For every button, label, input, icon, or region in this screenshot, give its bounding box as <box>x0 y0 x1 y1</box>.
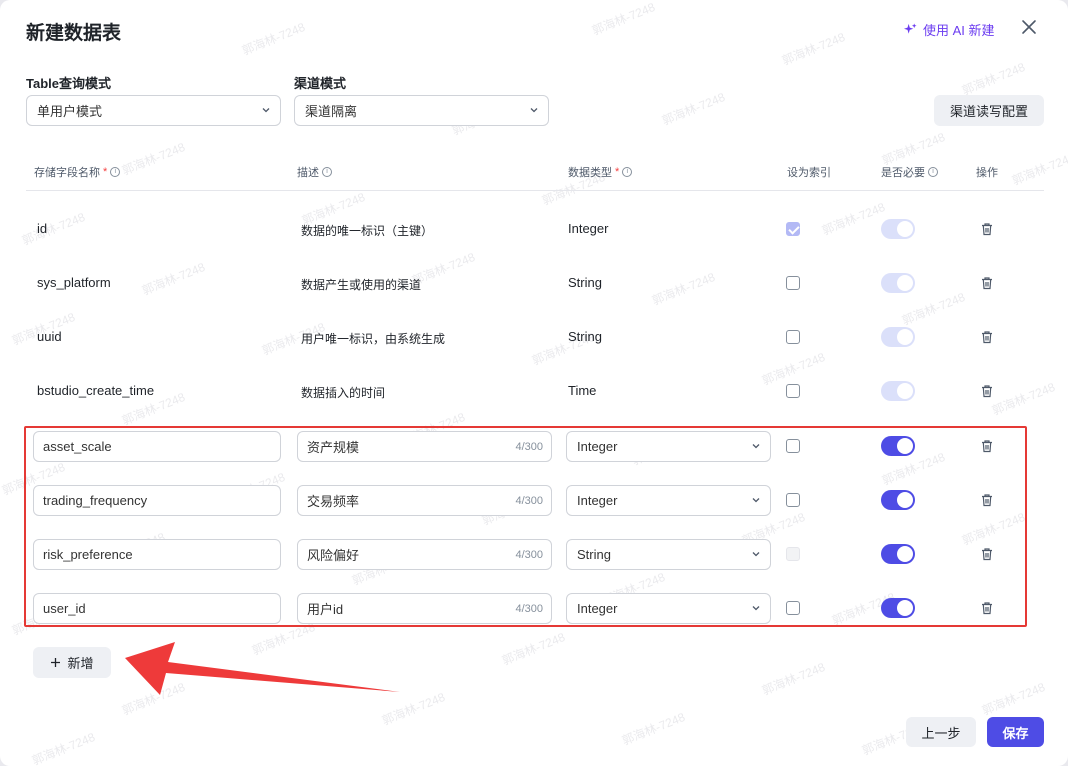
table-mode-value: 单用户模式 <box>37 104 103 119</box>
header-actions: 操作 <box>976 164 998 180</box>
watermark-text: 郭海林-7248 <box>989 379 1058 418</box>
channel-mode-value: 渠道隔离 <box>305 104 358 119</box>
watermark-text: 郭海林-7248 <box>879 129 948 168</box>
info-icon[interactable]: i <box>928 167 938 177</box>
ai-create-button[interactable]: 使用 AI 新建 <box>904 20 995 39</box>
index-checkbox[interactable] <box>786 276 800 290</box>
required-mark: * <box>103 166 108 178</box>
field-name-text: bstudio_create_time <box>37 383 155 398</box>
watermark-text: 郭海林-7248 <box>979 679 1048 718</box>
field-description-text: 数据的唯一标识（主键） <box>301 224 434 238</box>
add-field-label: 新增 <box>67 656 94 671</box>
field-name-text: sys_platform <box>37 275 111 290</box>
index-checkbox[interactable] <box>786 384 800 398</box>
watermark-text: 郭海林-7248 <box>959 59 1028 98</box>
header-actions-text: 操作 <box>976 167 998 179</box>
dialog-title: 新建数据表 <box>26 23 122 44</box>
channel-rw-config-button[interactable]: 渠道读写配置 <box>934 95 1044 126</box>
field-type-text: Integer <box>568 221 609 236</box>
plus-icon <box>51 658 61 667</box>
field-description-text: 数据产生或使用的渠道 <box>301 278 422 292</box>
sparkle-icon <box>904 23 917 34</box>
trash-icon[interactable] <box>980 276 994 290</box>
field-description-text: 数据插入的时间 <box>301 386 386 400</box>
header-divider <box>26 190 1044 191</box>
field-type-text: Time <box>568 383 597 398</box>
watermark-text: 郭海林-7248 <box>759 349 828 388</box>
header-field-name-text: 存储字段名称 <box>34 167 100 179</box>
watermark-text: 郭海林-7248 <box>239 19 308 58</box>
header-description: 描述 i <box>297 164 332 180</box>
chevron-down-icon <box>262 108 270 113</box>
trash-icon[interactable] <box>980 384 994 398</box>
watermark-text: 郭海林-7248 <box>779 29 848 68</box>
table-mode-select[interactable]: 单用户模式 <box>26 95 281 126</box>
info-icon[interactable]: i <box>322 167 332 177</box>
field-name-text: id <box>37 221 48 236</box>
index-checkbox[interactable] <box>786 330 800 344</box>
header-index: 设为索引 <box>787 164 831 180</box>
field-name-text: uuid <box>37 329 62 344</box>
header-required-text: 是否必要 <box>881 167 925 179</box>
header-index-text: 设为索引 <box>787 167 831 179</box>
highlight-box <box>24 426 1027 627</box>
ai-create-label: 使用 AI 新建 <box>923 23 995 38</box>
required-toggle[interactable] <box>881 381 915 401</box>
watermark-text: 郭海林-7248 <box>899 289 968 328</box>
red-arrow-annotation <box>125 642 400 695</box>
watermark-text: 郭海林-7248 <box>819 199 888 238</box>
watermark-text: 郭海林-7248 <box>1009 149 1068 188</box>
header-required: 是否必要 i <box>881 164 938 180</box>
chevron-down-icon <box>530 108 538 113</box>
watermark-text: 郭海林-7248 <box>139 259 208 298</box>
add-field-button[interactable]: 新增 <box>33 647 111 678</box>
table-mode-label: Table查询模式 <box>26 76 111 91</box>
watermark-text: 郭海林-7248 <box>649 269 718 308</box>
create-table-dialog: 郭海林-7248 郭海林-7248 郭海林-7248 郭海林-7248 郭海林-7248… <box>0 0 1068 766</box>
watermark-text: 郭海林-7248 <box>119 139 188 178</box>
required-mark: * <box>615 166 620 178</box>
close-icon[interactable] <box>1020 18 1038 36</box>
field-description-text: 用户唯一标识，由系统生成 <box>301 332 446 346</box>
trash-icon[interactable] <box>980 222 994 236</box>
watermark-text: 郭海林-7248 <box>29 729 98 766</box>
field-type-text: String <box>568 329 602 344</box>
watermark-text: 郭海林-7248 <box>499 629 568 668</box>
trash-icon[interactable] <box>980 330 994 344</box>
previous-step-button[interactable]: 上一步 <box>906 717 976 747</box>
header-description-text: 描述 <box>297 167 319 179</box>
info-icon[interactable]: i <box>110 167 121 177</box>
watermark-text: 郭海林-7248 <box>619 709 688 748</box>
header-data-type: 数据类型 * i <box>568 164 633 180</box>
watermark-text: 郭海林-7248 <box>589 0 658 38</box>
header-field-name: 存储字段名称 * i <box>34 164 121 180</box>
save-button[interactable]: 保存 <box>987 717 1044 747</box>
watermark-text: 郭海林-7248 <box>659 89 728 128</box>
field-type-text: String <box>568 275 602 290</box>
required-toggle[interactable] <box>881 219 915 239</box>
required-toggle[interactable] <box>881 273 915 293</box>
channel-mode-select[interactable]: 渠道隔离 <box>294 95 549 126</box>
watermark-text: 郭海林-7248 <box>759 659 828 698</box>
header-data-type-text: 数据类型 <box>568 167 612 179</box>
channel-mode-label: 渠道模式 <box>294 76 347 91</box>
watermark-text: 郭海林-7248 <box>19 209 88 248</box>
index-checkbox[interactable] <box>786 222 800 236</box>
info-icon[interactable]: i <box>622 167 633 177</box>
required-toggle[interactable] <box>881 327 915 347</box>
